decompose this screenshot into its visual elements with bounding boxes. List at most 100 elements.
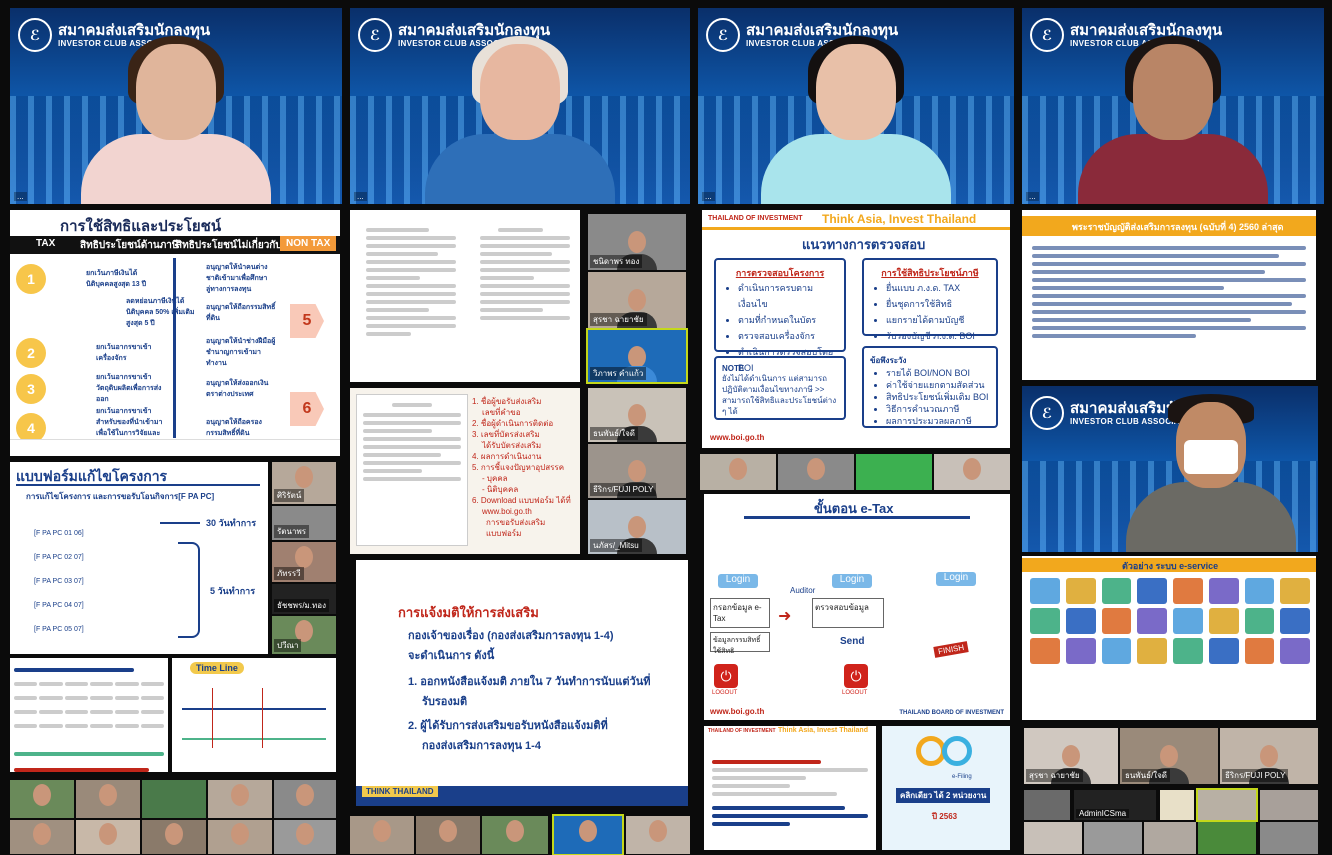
participant-thumb[interactable] (350, 816, 414, 854)
participant-thumb[interactable] (1024, 822, 1082, 854)
participant-thumb[interactable] (1160, 790, 1194, 820)
service-icon[interactable] (1101, 608, 1132, 634)
service-icon[interactable] (1030, 578, 1060, 604)
slide-benefits[interactable]: การใช้สิทธิและประโยชน์ TAX สิทธิประโยชน์… (10, 210, 340, 456)
participant-thumb-active[interactable] (1196, 788, 1258, 822)
service-icon[interactable] (1173, 638, 1203, 664)
participant-thumb[interactable] (1260, 790, 1318, 820)
video-tile-speaker-5[interactable]: ℰ สมาคมส่งเสริมนักลงทุน INVESTOR CLUB ASS… (1022, 386, 1318, 552)
participant-thumb[interactable]: ธนพันธ์/ใจดี (1120, 728, 1218, 784)
video-tile-speaker-1[interactable]: ℰ สมาคมส่งเสริมนักลงทุน INVESTOR CLUB ASS… (10, 8, 342, 204)
login-button-2[interactable]: Login (832, 574, 872, 588)
service-icon[interactable] (1208, 608, 1239, 634)
participant-thumb[interactable]: ศิริรัตน์ (272, 462, 336, 504)
slide-list[interactable]: 1. ชื่อผู้ขอรับส่งเสริม เลขที่คำขอ 2. ชื… (350, 388, 580, 554)
participant-thumb[interactable] (1198, 822, 1256, 854)
slide-timeline[interactable]: Time Line (172, 658, 336, 772)
slide-notify[interactable]: การแจ้งมติให้การส่งเสริม กองเจ้าของเรื่อ… (356, 560, 688, 806)
participant-thumb[interactable] (10, 820, 74, 854)
participant-thumb[interactable] (416, 816, 480, 854)
service-icon-grid (1030, 578, 1310, 664)
service-icon[interactable] (1244, 638, 1275, 664)
participant-thumb[interactable] (1024, 790, 1070, 820)
service-icon[interactable] (1137, 638, 1167, 664)
service-icon[interactable] (1065, 608, 1096, 634)
participant-thumb[interactable] (10, 780, 74, 818)
service-icon[interactable] (1065, 578, 1096, 604)
bracket (178, 542, 200, 638)
participant-thumb[interactable]: ปวีณา (272, 616, 336, 654)
participant-thumb[interactable] (208, 780, 272, 818)
logout-button-1[interactable]: ⏻ (714, 664, 738, 688)
video-tile-speaker-2[interactable]: ℰ สมาคมส่งเสริมนักลงทุน INVESTOR CLUB ASS… (350, 8, 690, 204)
participant-thumb-active[interactable]: วิภาพร คำแก้ว (586, 328, 688, 384)
participant-thumb[interactable] (142, 780, 206, 818)
service-icon[interactable] (1101, 578, 1132, 604)
video-tile-speaker-3[interactable]: ℰ สมาคมส่งเสริมนักลงทุน INVESTOR CLUB ASS… (698, 8, 1014, 204)
participant-thumb[interactable] (778, 454, 854, 490)
participant-thumb-active[interactable] (552, 814, 624, 855)
timeline-marker (212, 688, 213, 748)
login-button-3[interactable]: Login (936, 572, 976, 586)
participant-thumb[interactable] (934, 454, 1010, 490)
participant-thumb[interactable] (626, 816, 690, 854)
service-icon[interactable] (1030, 638, 1060, 664)
service-icon[interactable] (1208, 638, 1239, 664)
participant-thumb[interactable] (1260, 822, 1318, 854)
participant-thumb[interactable] (142, 820, 206, 854)
participant-thumb[interactable]: ธีริกร/FUJI POLY (588, 444, 686, 498)
service-icon[interactable] (1280, 608, 1310, 634)
service-icon[interactable] (1137, 608, 1167, 634)
login-button-1[interactable]: Login (718, 574, 758, 588)
service-icon[interactable] (1244, 578, 1275, 604)
participant-thumb[interactable]: ธัชชพร/ม.ทอง (272, 584, 336, 614)
list-items: 1. ชื่อผู้ขอรับส่งเสริม เลขที่คำขอ 2. ชื… (472, 396, 576, 539)
logout-button-2[interactable]: ⏻ (844, 664, 868, 688)
send-button[interactable]: Send (840, 636, 864, 647)
slide-efiling[interactable]: e-Filing คลิกเดียว ได้ 2 หน่วยงาน ปี 256… (882, 726, 1010, 850)
participant-thumb[interactable] (1144, 822, 1196, 854)
participant-thumb[interactable] (274, 820, 336, 854)
service-icon[interactable] (1137, 578, 1167, 604)
participant-thumb[interactable]: ภัทรรวี (272, 542, 336, 582)
participant-thumb[interactable]: ธีริกร/FUJI POLY (1220, 728, 1318, 784)
participant-thumb[interactable] (856, 454, 932, 490)
participant-thumb[interactable]: ธนพันธ์/ใจดี (588, 388, 686, 442)
slide-table[interactable] (10, 658, 168, 772)
participant-thumb[interactable] (482, 816, 548, 854)
slide-forms[interactable]: แบบฟอร์มแก้ไขโครงการ การแก้ไขโครงการ และ… (10, 462, 268, 654)
service-icon[interactable] (1101, 638, 1132, 664)
slide-law[interactable]: พระราชบัญญัติส่งเสริมการลงทุน (ฉบับที่ 4… (1022, 210, 1316, 380)
participant-thumb[interactable] (274, 780, 336, 818)
participant-thumb[interactable]: นภัสร/_Mitsu (588, 500, 686, 554)
slide-eform[interactable]: THAILAND OF INVESTMENT Think Asia, Inves… (704, 726, 876, 850)
participant-name: นภัสร/_Mitsu (590, 539, 642, 552)
participant-thumb[interactable]: ชนิดาพร ทอง (588, 214, 686, 270)
service-icon[interactable] (1244, 608, 1275, 634)
participant-thumb[interactable] (700, 454, 776, 490)
participant-thumb[interactable]: รัตนาพร (272, 506, 336, 540)
slide-etax[interactable]: ขั้นตอน e-Tax Login Login Login Auditor … (704, 494, 1010, 720)
participant-thumb[interactable] (76, 820, 140, 854)
title-rule (744, 516, 970, 519)
participant-thumb[interactable]: AdminICSma (1074, 790, 1156, 820)
participant-thumb[interactable] (1084, 822, 1142, 854)
service-icon[interactable] (1280, 578, 1310, 604)
list-item-url[interactable]: www.boi.go.th (472, 506, 576, 517)
service-icon[interactable] (1173, 608, 1203, 634)
service-icon[interactable] (1173, 578, 1203, 604)
service-icon[interactable] (1208, 578, 1239, 604)
nontax-benefit: อนุญาตให้นำคนต่างชาติเข้ามาเพื่อศึกษาลู่… (206, 264, 268, 293)
service-icon[interactable] (1065, 638, 1096, 664)
service-icon[interactable] (1280, 638, 1310, 664)
participant-thumb[interactable] (76, 780, 140, 818)
participant-thumb[interactable] (208, 820, 272, 854)
slide-eservice[interactable]: ตัวอย่าง ระบบ e-service (1022, 556, 1316, 720)
slide-document[interactable] (350, 210, 580, 382)
service-icon[interactable] (1030, 608, 1060, 634)
video-tile-speaker-4[interactable]: ℰ สมาคมส่งเสริมนักลงทุน INVESTOR CLUB ASS… (1022, 8, 1324, 204)
slide-audit[interactable]: THAILAND OF INVESTMENT Think Asia, Inves… (702, 210, 1010, 448)
participant-thumb[interactable]: สุรชา ฉายาชัย (1024, 728, 1118, 784)
participant-thumb[interactable]: สุรชา ฉายาชัย (588, 272, 686, 328)
list-item: เลขที่คำขอ (482, 408, 521, 417)
